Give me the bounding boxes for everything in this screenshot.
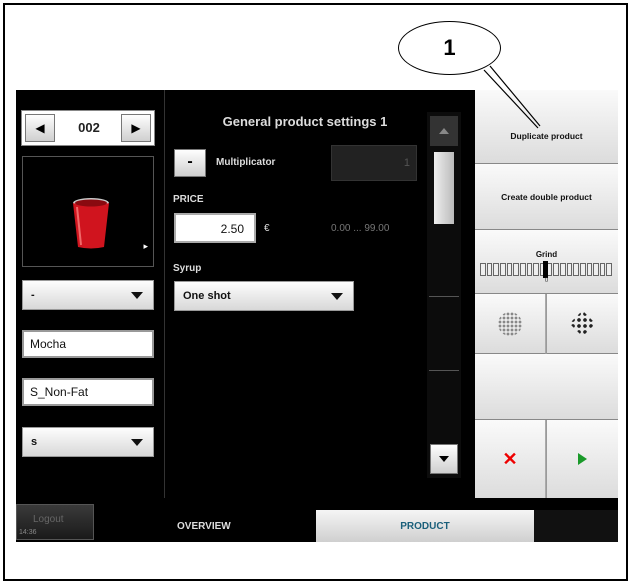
- callout-marker: 1: [398, 21, 501, 75]
- callout-leader-line: [483, 65, 541, 129]
- callout-number: 1: [443, 35, 456, 60]
